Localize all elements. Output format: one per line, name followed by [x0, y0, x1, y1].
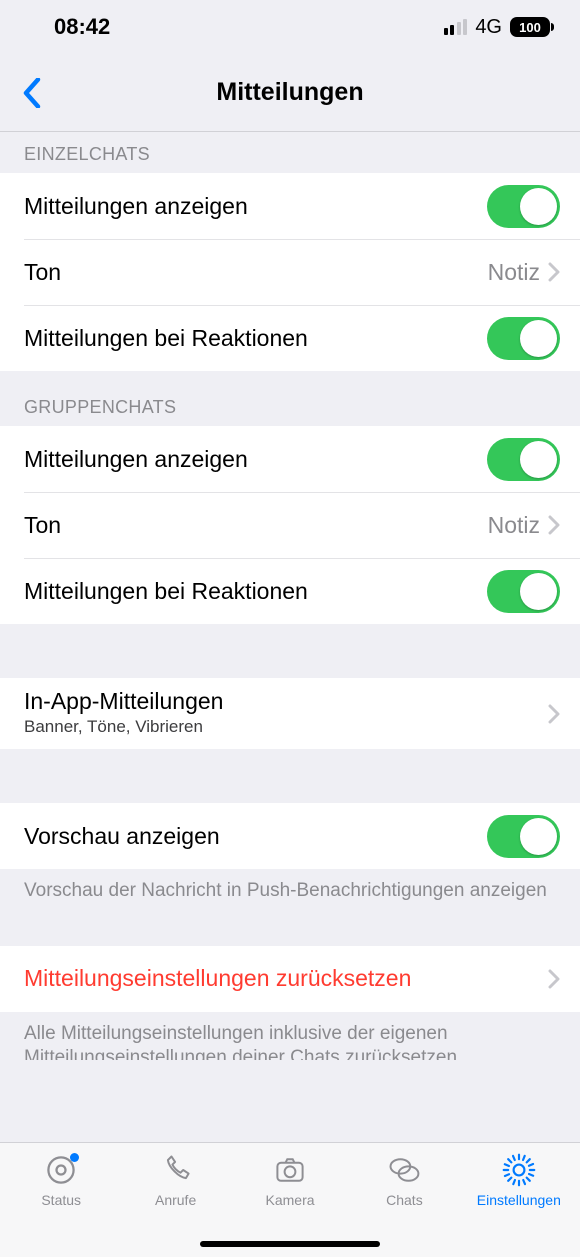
toggle-group-reactions[interactable]	[487, 570, 560, 613]
tab-label: Einstellungen	[477, 1192, 561, 1208]
chevron-right-icon	[548, 515, 560, 535]
group-reset: Mitteilungseinstellungen zurücksetzen	[0, 946, 580, 1012]
page-title: Mitteilungen	[216, 78, 363, 107]
row-single-show[interactable]: Mitteilungen anzeigen	[0, 173, 580, 239]
group-single: Mitteilungen anzeigen Ton Notiz Mitteilu…	[0, 173, 580, 371]
row-preview[interactable]: Vorschau anzeigen	[0, 803, 580, 869]
tab-label: Anrufe	[155, 1192, 196, 1208]
reset-footer: Alle Mitteilungseinstellungen inklusive …	[0, 1012, 580, 1060]
chevron-right-icon	[548, 969, 560, 989]
status-bar: 08:42 4G 100	[0, 0, 580, 54]
home-indicator[interactable]	[200, 1241, 380, 1247]
row-label: Mitteilungseinstellungen zurücksetzen	[24, 965, 548, 992]
status-icon	[41, 1151, 81, 1189]
section-header-group: GRUPPENCHATS	[0, 371, 580, 426]
row-subtitle: Banner, Töne, Vibrieren	[24, 717, 548, 737]
nav-bar: Mitteilungen	[0, 54, 580, 132]
spacer	[0, 920, 580, 946]
chevron-right-icon	[548, 262, 560, 282]
section-header-single: EINZELCHATS	[0, 132, 580, 173]
row-label: Ton	[24, 512, 488, 539]
toggle-group-show[interactable]	[487, 438, 560, 481]
group-preview: Vorschau anzeigen	[0, 803, 580, 869]
row-group-show[interactable]: Mitteilungen anzeigen	[0, 426, 580, 492]
row-value: Notiz	[488, 512, 540, 539]
toggle-preview[interactable]	[487, 815, 560, 858]
spacer	[0, 624, 580, 678]
gear-icon	[499, 1151, 539, 1189]
status-time: 08:42	[0, 14, 110, 40]
spacer	[0, 749, 580, 803]
tab-label: Kamera	[266, 1192, 315, 1208]
tab-label: Status	[41, 1192, 81, 1208]
tab-label: Chats	[386, 1192, 423, 1208]
status-right: 4G 100	[444, 16, 550, 39]
tab-status[interactable]: Status	[4, 1151, 118, 1257]
row-label: Ton	[24, 259, 488, 286]
battery-icon: 100	[510, 17, 550, 37]
row-group-reactions[interactable]: Mitteilungen bei Reaktionen	[0, 558, 580, 624]
row-single-tone[interactable]: Ton Notiz	[0, 239, 580, 305]
toggle-single-show[interactable]	[487, 185, 560, 228]
row-label: Mitteilungen bei Reaktionen	[24, 325, 487, 352]
row-value: Notiz	[488, 259, 540, 286]
back-button[interactable]	[10, 71, 54, 115]
row-label: In-App-Mitteilungen	[24, 688, 548, 715]
tab-settings[interactable]: Einstellungen	[462, 1151, 576, 1257]
chevron-left-icon	[23, 78, 41, 108]
row-reset[interactable]: Mitteilungseinstellungen zurücksetzen	[0, 946, 580, 1012]
content: EINZELCHATS Mitteilungen anzeigen Ton No…	[0, 132, 580, 1142]
row-label: Mitteilungen anzeigen	[24, 193, 487, 220]
cellular-signal-icon	[444, 19, 468, 35]
group-inapp: In-App-Mitteilungen Banner, Töne, Vibrie…	[0, 678, 580, 749]
row-label: Mitteilungen bei Reaktionen	[24, 578, 487, 605]
toggle-single-reactions[interactable]	[487, 317, 560, 360]
camera-icon	[270, 1151, 310, 1189]
phone-icon	[156, 1151, 196, 1189]
tab-bar: Status Anrufe Kamera Chats	[0, 1142, 580, 1257]
preview-footer: Vorschau der Nachricht in Push-Benachric…	[0, 869, 580, 920]
row-label: Mitteilungen anzeigen	[24, 446, 487, 473]
group-group: Mitteilungen anzeigen Ton Notiz Mitteilu…	[0, 426, 580, 624]
row-single-reactions[interactable]: Mitteilungen bei Reaktionen	[0, 305, 580, 371]
chevron-right-icon	[548, 704, 560, 724]
row-inapp[interactable]: In-App-Mitteilungen Banner, Töne, Vibrie…	[0, 678, 580, 749]
row-label: Vorschau anzeigen	[24, 823, 487, 850]
battery-level: 100	[519, 20, 541, 35]
row-group-tone[interactable]: Ton Notiz	[0, 492, 580, 558]
network-label: 4G	[475, 16, 502, 39]
chats-icon	[384, 1151, 424, 1189]
